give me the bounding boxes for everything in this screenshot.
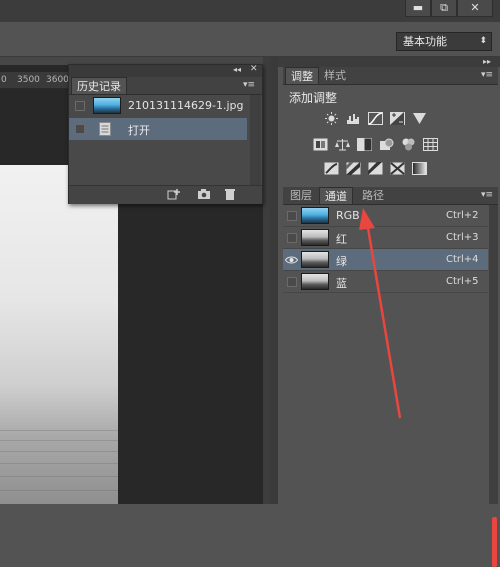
collapse-icon[interactable]: ▸▸	[483, 57, 491, 66]
ruler-tick-label: 3500	[17, 75, 40, 85]
image-canvas[interactable]	[0, 165, 118, 504]
channel-shortcut: Ctrl+2	[446, 210, 479, 221]
channel-shortcut: Ctrl+4	[446, 254, 479, 265]
channel-name: 绿	[336, 255, 347, 268]
document-icon	[99, 122, 111, 136]
close-icon[interactable]: ✕	[250, 64, 258, 74]
visibility-toggle[interactable]	[287, 211, 297, 221]
channel-thumbnail	[301, 251, 329, 268]
brightness-contrast-icon[interactable]	[324, 112, 339, 125]
posterize-icon[interactable]	[346, 162, 361, 175]
panel-menu-icon[interactable]: ▾≡	[243, 80, 255, 90]
eye-icon[interactable]	[285, 255, 298, 265]
panel-dock-divider[interactable]	[270, 57, 278, 504]
black-white-icon[interactable]	[357, 138, 372, 151]
history-panel: ◂◂ ✕ 历史记录 ▾≡ 210131114629-1.jpg 打开	[68, 64, 263, 204]
channel-shortcut: Ctrl+3	[446, 232, 479, 243]
close-button[interactable]: ✕	[457, 0, 493, 17]
workspace-switcher[interactable]: 基本功能 ⬍	[396, 32, 492, 51]
panel-menu-icon[interactable]: ▾≡	[481, 190, 493, 200]
channels-panel: 图层 通道 路径 ▾≡ RGB Ctrl+2 红 Ctrl+3 绿 Ctrl+4…	[283, 187, 498, 567]
collapse-icon[interactable]: ◂◂	[233, 65, 241, 74]
tab-history[interactable]: 历史记录	[71, 77, 127, 94]
threshold-icon[interactable]	[368, 162, 383, 175]
exposure-icon[interactable]	[390, 112, 405, 125]
chevron-updown-icon: ⬍	[479, 36, 487, 46]
snapshot-source-checkbox[interactable]	[75, 101, 85, 111]
photo-filter-icon[interactable]	[379, 138, 394, 151]
channel-row-green[interactable]: 绿 Ctrl+4	[283, 249, 488, 271]
history-snapshot-row[interactable]: 210131114629-1.jpg	[69, 95, 247, 117]
add-adjustment-title: 添加调整	[289, 91, 338, 105]
scrollbar-thumb[interactable]	[492, 517, 497, 567]
color-balance-icon[interactable]	[335, 138, 350, 151]
channel-name: RGB	[336, 209, 360, 222]
channels-scrollbar[interactable]	[489, 205, 498, 504]
tab-layers[interactable]: 图层	[285, 187, 317, 204]
curves-icon[interactable]	[368, 112, 383, 125]
channel-thumbnail	[301, 207, 329, 224]
channel-row-blue[interactable]: 蓝 Ctrl+5	[283, 271, 488, 293]
channel-row-red[interactable]: 红 Ctrl+3	[283, 227, 488, 249]
tab-paths[interactable]: 路径	[357, 187, 389, 204]
tab-styles[interactable]: 样式	[319, 67, 351, 84]
snapshot-label: 210131114629-1.jpg	[128, 99, 244, 112]
right-panel-header: ▸▸	[278, 57, 500, 67]
minimize-button[interactable]: ▬	[405, 0, 431, 17]
channel-thumbnail	[301, 229, 329, 246]
color-lookup-icon[interactable]	[423, 138, 438, 151]
state-source-checkbox[interactable]	[75, 124, 85, 134]
visibility-toggle[interactable]	[287, 233, 297, 243]
snapshot-thumbnail	[93, 97, 121, 114]
history-state-label: 打开	[128, 124, 150, 137]
camera-icon[interactable]	[197, 188, 211, 200]
gradient-map-icon[interactable]	[412, 162, 427, 175]
channels-tab-row: 图层 通道 路径 ▾≡	[283, 187, 498, 205]
history-state-row[interactable]: 打开	[69, 118, 247, 140]
ruler-tick-label: 0	[1, 75, 7, 85]
invert-icon[interactable]	[324, 162, 339, 175]
tab-adjustments[interactable]: 调整	[285, 67, 319, 84]
horizontal-ruler: 0 3500 3600	[0, 72, 75, 89]
channel-shortcut: Ctrl+5	[446, 276, 479, 287]
channel-mixer-icon[interactable]	[401, 138, 416, 151]
selective-color-icon[interactable]	[390, 162, 405, 175]
adjustments-panel: 调整 样式 ▾≡ 添加调整	[283, 67, 498, 187]
visibility-toggle[interactable]	[287, 277, 297, 287]
vibrance-icon[interactable]	[412, 112, 427, 125]
channel-name: 红	[336, 233, 347, 246]
new-document-from-state-icon[interactable]	[167, 188, 181, 200]
history-scrollbar[interactable]	[250, 95, 261, 189]
channel-row-rgb[interactable]: RGB Ctrl+2	[283, 205, 488, 227]
workspace-label: 基本功能	[403, 35, 447, 48]
history-tab-row: 历史记录 ▾≡	[69, 77, 262, 95]
tab-channels[interactable]: 通道	[319, 187, 353, 204]
levels-icon[interactable]	[346, 112, 361, 125]
panel-menu-icon[interactable]: ▾≡	[481, 70, 493, 80]
channel-name: 蓝	[336, 277, 347, 290]
hue-saturation-icon[interactable]	[313, 138, 328, 151]
history-panel-header[interactable]: ◂◂ ✕	[69, 64, 262, 77]
document-scrollbar[interactable]	[263, 57, 270, 504]
trash-icon[interactable]	[223, 188, 237, 200]
restore-button[interactable]: ⧉	[431, 0, 457, 17]
channel-thumbnail	[301, 273, 329, 290]
ruler-tick-label: 3600	[46, 75, 69, 85]
adjustments-tab-row: 调整 样式 ▾≡	[283, 67, 498, 85]
history-footer	[69, 185, 262, 204]
